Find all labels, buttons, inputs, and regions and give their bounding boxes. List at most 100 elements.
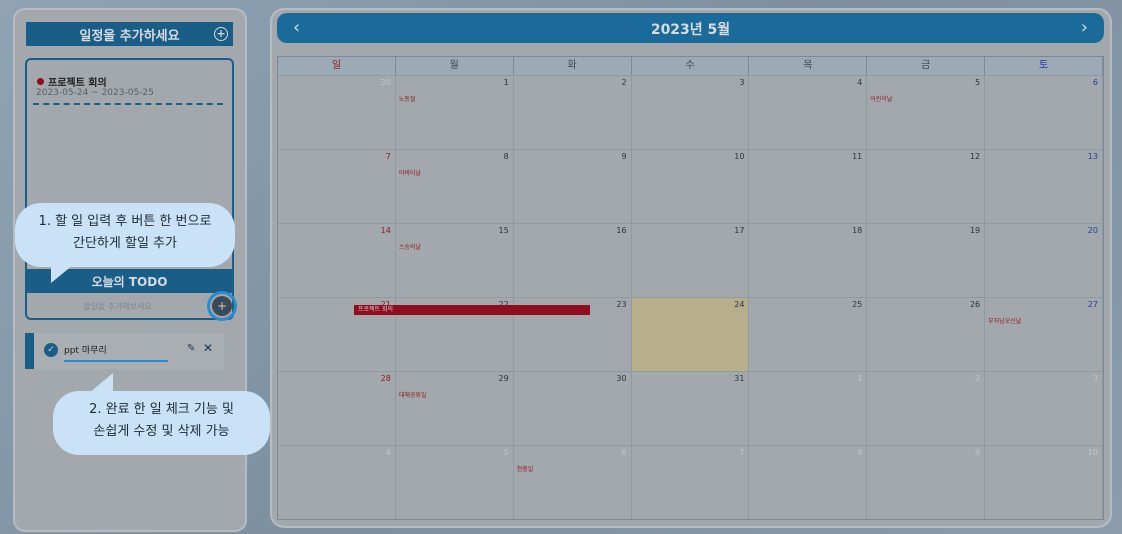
day-number: 6 [621,448,627,457]
plus-icon[interactable]: + [214,27,228,41]
weekday-header: 목 [749,57,868,75]
callout-check: 2. 완료 한 일 체크 기능 및 손쉽게 수정 및 삭제 가능 [53,373,270,455]
day-number: 20 [1087,226,1098,235]
day-number: 9 [621,152,627,161]
day-number: 3 [739,78,745,87]
day-cell[interactable]: 12 [867,149,986,223]
day-cell[interactable]: 24 [631,297,750,371]
callout-add: 1. 할 일 입력 후 버튼 한 번으로 간단하게 할일 추가 [15,203,235,283]
check-icon[interactable]: ✓ [44,343,58,357]
day-number: 3 [1092,374,1098,383]
day-cell[interactable]: 26 [867,297,986,371]
holiday-label: 현충일 [516,466,534,473]
day-cell[interactable]: 30 [278,75,396,149]
day-cell[interactable]: 16 [513,223,632,297]
day-cell[interactable]: 7 [631,445,750,519]
holiday-label: 스승의날 [398,244,421,251]
day-number: 6 [1092,78,1098,87]
day-cell[interactable]: 10 [631,149,750,223]
schedule-item[interactable]: 프로젝트 회의 [37,74,107,89]
day-number: 12 [969,152,981,161]
holiday-label: 어버이날 [398,170,421,177]
day-cell[interactable]: 10 [985,445,1103,519]
day-number: 8 [503,152,509,161]
day-cell[interactable]: 2 [513,75,632,149]
day-number: 2 [621,78,627,87]
day-number: 25 [852,300,863,309]
pencil-icon[interactable]: ✎ [187,343,195,354]
weekday-header: 월 [395,57,514,75]
callout-line: 간단하게 할일 추가 [73,236,177,251]
calendar-grid: 일 월 화 수 목 금 토 30 1 노동절 2 3 4 5 어린이날 6 7 8 어버이날 9 10 11 12 13 14 1… [277,56,1104,520]
holiday-label: 부처님오신날 [988,318,1022,325]
day-cell[interactable]: 29 대체공휴일 [395,371,514,445]
next-month-button[interactable]: › [1081,17,1088,38]
day-number: 17 [734,226,745,235]
day-cell[interactable]: 7 [278,149,396,223]
day-cell[interactable]: 18 [749,223,868,297]
day-cell[interactable]: 6 [985,75,1103,149]
day-cell[interactable]: 30 [513,371,632,445]
day-cell[interactable]: 9 [513,149,632,223]
day-number: 29 [498,374,509,383]
schedule-color-dot [37,78,44,85]
day-cell[interactable]: 31 [631,371,750,445]
weekday-header: 토 [985,57,1103,75]
todo-input[interactable]: 할일을 추가해보세요 [25,294,210,318]
weekday-header: 금 [867,57,986,75]
day-cell[interactable]: 4 [749,75,868,149]
day-cell[interactable]: 25 [749,297,868,371]
schedule-title: 프로젝트 회의 [48,78,107,89]
day-cell[interactable]: 11 [749,149,868,223]
day-number: 24 [734,300,745,309]
day-cell[interactable]: 14 [278,223,396,297]
day-number: 4 [857,78,863,87]
add-schedule-button[interactable]: 일정을 추가하세요 + [26,22,233,46]
day-number: 9 [975,448,981,457]
day-number: 1 [857,374,863,383]
day-cell[interactable]: 3 [631,75,750,149]
day-cell[interactable]: 2 [867,371,986,445]
weekday-header: 화 [513,57,632,75]
day-cell[interactable]: 3 [985,371,1103,445]
weekday-header: 수 [631,57,750,75]
calendar: ‹ 2023년 5월 › 일 월 화 수 목 금 토 30 1 노동절 2 3 4 5 어린이날 6 7 8 어버이… [272,10,1110,526]
close-icon[interactable]: ✕ [203,341,213,355]
day-cell[interactable]: 8 어버이날 [395,149,514,223]
day-number: 14 [380,226,391,235]
day-cell[interactable]: 5 어린이날 [867,75,986,149]
day-number: 13 [1087,152,1098,161]
day-cell[interactable]: 27 부처님오신날 [985,297,1103,371]
add-todo-button[interactable]: + [212,296,232,316]
day-cell[interactable]: 1 노동절 [395,75,514,149]
todo-text: ppt 마무리 [64,346,107,356]
day-number: 10 [1087,448,1098,457]
day-cell[interactable]: 9 [867,445,986,519]
day-number: 7 [739,448,745,457]
day-cell[interactable]: 4 [278,445,396,519]
day-cell[interactable]: 17 [631,223,750,297]
day-cell[interactable]: 13 [985,149,1103,223]
day-cell[interactable]: 28 [278,371,396,445]
callout-line: 1. 할 일 입력 후 버튼 한 번으로 [38,214,212,229]
day-cell[interactable]: 15 스승의날 [395,223,514,297]
day-number: 30 [380,78,391,87]
day-cell[interactable]: 20 [985,223,1103,297]
day-cell[interactable]: 5 [395,445,514,519]
day-number: 8 [857,448,863,457]
day-number: 10 [734,152,745,161]
calendar-header: ‹ 2023년 5월 › [277,13,1104,43]
day-cell[interactable]: 19 [867,223,986,297]
holiday-label: 대체공휴일 [398,392,427,399]
day-cell[interactable]: 1 [749,371,868,445]
day-number: 16 [616,226,627,235]
day-cell[interactable]: 8 [749,445,868,519]
day-number: 5 [503,448,509,457]
day-number: 30 [616,374,627,383]
todo-item[interactable]: ✓ ppt 마무리 ✎ ✕ [25,333,224,369]
day-number: 18 [852,226,863,235]
day-number: 2 [975,374,981,383]
day-cell[interactable]: 6 현충일 [513,445,632,519]
day-number: 19 [969,226,981,235]
event-bar[interactable]: 프로젝트 회의 [354,305,590,315]
